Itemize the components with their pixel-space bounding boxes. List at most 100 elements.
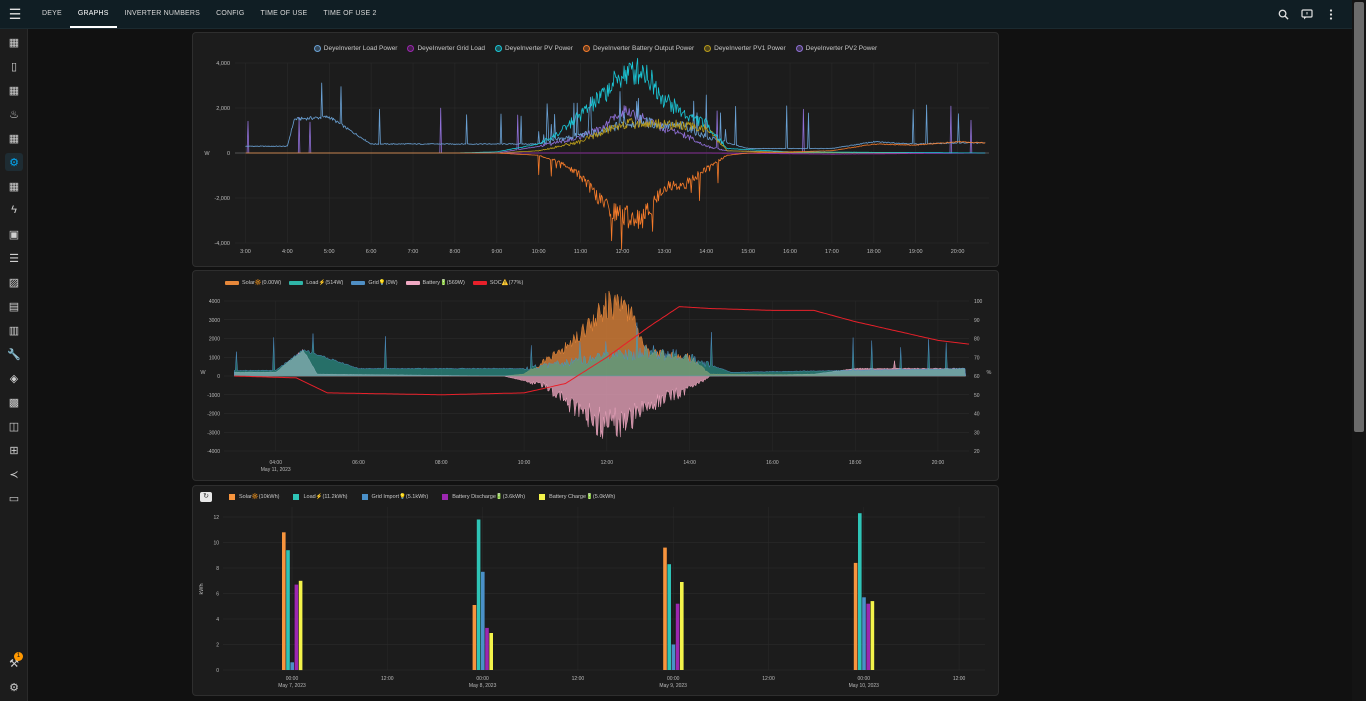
page-scrollbar[interactable] [1352,0,1366,701]
x-tick-label: 5:00 [324,249,335,255]
dashboard-icon[interactable]: ▦ [5,177,23,195]
y-tick-label: -2,000 [214,196,230,202]
lightning-icon[interactable]: ϟ [5,201,23,219]
bar-2 [858,513,862,670]
series-line-4 [245,140,986,250]
bar-4 [675,603,680,670]
dashboard-icon[interactable]: ▦ [5,81,23,99]
x-tick-label: 4:00 [282,249,293,255]
date-label: May 8, 2023 [469,683,497,689]
bar-3 [862,597,866,670]
terminal-icon[interactable]: ▭ [5,489,23,507]
date-label: May 7, 2023 [278,683,306,689]
menu-icon[interactable]: ☰ [6,5,24,23]
y2-tick-label: 100 [974,299,983,305]
account-box-icon[interactable]: ▣ [5,225,23,243]
library-icon[interactable]: ◫ [5,417,23,435]
bar-5 [489,633,493,670]
bar-1 [472,605,477,670]
y-tick-label: -3000 [207,430,220,436]
dashboard-icon[interactable]: ▦ [5,33,23,51]
y-tick-label: 1000 [209,355,220,361]
tab-time-of-use[interactable]: TIME OF USE [252,0,315,28]
y-tick-label: 3000 [209,318,220,324]
x-tick-label: 10:00 [532,249,546,255]
x-tick-label: 19:00 [909,249,923,255]
y2-tick-label: 80 [974,337,980,343]
tab-config[interactable]: CONFIG [208,0,252,28]
bar-5 [680,582,684,670]
energy-flow-chart[interactable]: 4000 3000 2000 1000 0 -1000 -2000 -3000 -4000 100… [193,271,998,480]
y-tick-label: 12 [213,515,219,521]
settings-icon[interactable]: ⚙ [5,678,23,696]
y-tick-label: 10 [213,541,219,547]
x-tick-label: 00:00 [286,676,299,682]
x-tick-label: 3:00 [240,249,251,255]
x-tick-label: 16:00 [783,249,797,255]
x-tick-label: 8:00 [450,249,461,255]
store-icon[interactable]: ▩ [5,393,23,411]
date-label: May 10, 2023 [849,683,880,689]
chat-icon[interactable] [1300,7,1314,21]
y-tick-label: 2,000 [216,106,230,112]
bar-1 [853,562,858,670]
thermometer-icon[interactable]: ♨ [5,105,23,123]
x-tick-label: 20:00 [951,249,965,255]
x-tick-label: 08:00 [435,460,448,466]
y2-tick-label: 50 [974,393,980,399]
x-tick-label: 14:00 [699,249,713,255]
x-tick-label: 12:00 [381,676,394,682]
power-history-chart[interactable]: 4,000 2,000 0 -2,000 -4,000 3:00 4:00 5:00 6:00 7… [193,33,998,266]
y-tick-label: 0 [217,374,220,380]
y-tick-label: 2 [216,643,219,649]
x-tick-label: 04:00 [269,460,282,466]
search-icon[interactable] [1276,7,1290,21]
bar-3 [671,644,676,670]
book-icon[interactable]: ▥ [5,321,23,339]
cog-icon[interactable]: ⚙ [5,153,23,171]
scrollbar-thumb[interactable] [1354,2,1364,432]
tab-graphs[interactable]: GRAPHS [69,0,117,28]
y-tick-label: 4000 [209,299,220,305]
vscode-icon[interactable]: ≺ [5,465,23,483]
image-icon[interactable]: ▨ [5,273,23,291]
bar-5 [870,601,875,670]
bar-4 [485,627,489,670]
notification-badge: 1 [14,652,23,661]
x-tick-label: 12:00 [601,460,614,466]
x-tick-label: 17:00 [825,249,839,255]
sitemap-icon[interactable]: ⊞ [5,441,23,459]
tab-deye[interactable]: DEYE [34,0,70,28]
x-tick-label: 06:00 [352,460,365,466]
bar-4 [294,584,299,670]
wrench-icon[interactable]: 🔧 [5,345,23,363]
y2-tick-label: 20 [974,449,980,455]
energy-flow-card: Solar🔆(0.00W) Load⚡(514W) Grid💡(0W) Battery… [192,270,999,481]
list-icon[interactable]: ☰ [5,249,23,267]
bar-3 [481,571,485,670]
power-history-card: DeyeInverter Load Power DeyeInverter Grid… [192,32,999,267]
battery-charging-icon[interactable]: ▯ [5,57,23,75]
tab-inverter-numbers[interactable]: INVERTER NUMBERS [117,0,208,28]
bar-1 [282,532,286,670]
more-vert-icon[interactable] [1324,7,1338,21]
date-label: May 11, 2023 [261,467,291,473]
x-tick-label: 20:00 [932,460,945,466]
x-tick-label: 11:00 [574,249,587,255]
x-tick-label: 00:00 [476,676,489,682]
tab-time-of-use-2[interactable]: TIME OF USE 2 [315,0,384,28]
y-axis-label: kWh [199,584,205,595]
calendar-icon[interactable]: ▤ [5,297,23,315]
y-tick-label: -4000 [207,449,220,455]
cctv-icon[interactable]: ◈ [5,369,23,387]
y-tick-label: 0 [227,151,230,157]
bar-4 [866,603,870,670]
daily-energy-chart[interactable]: 12 10 8 6 4 2 0 kWh 00:00 12:00 00:00 12:00 00:00 12:… [193,486,998,695]
y2-tick-label: 60 [974,374,980,380]
y-tick-label: 0 [216,668,219,674]
bar-1 [663,547,667,670]
bar-2 [286,550,290,670]
x-tick-label: 10:00 [518,460,531,466]
x-tick-label: 12:00 [616,249,630,255]
dashboard-icon[interactable]: ▦ [5,129,23,147]
